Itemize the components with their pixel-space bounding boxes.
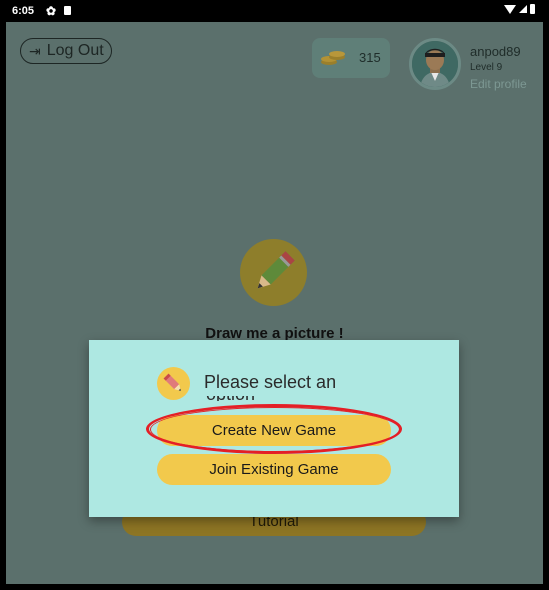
username: anpod89 xyxy=(470,44,521,59)
sd-card-icon xyxy=(64,6,71,15)
coins-icon xyxy=(321,51,345,65)
join-existing-game-button[interactable]: Join Existing Game xyxy=(157,454,391,485)
coins-value: 315 xyxy=(359,50,381,65)
avatar-icon xyxy=(412,41,458,87)
avatar[interactable] xyxy=(409,38,461,90)
dialog-pencil-icon xyxy=(157,367,190,400)
pencil-icon xyxy=(257,251,295,289)
coins-balance: 315 xyxy=(312,38,390,78)
select-option-dialog: Please select an option Create New Game … xyxy=(89,340,459,517)
status-bar: 6:05 ✿ xyxy=(6,0,543,22)
signal-icon xyxy=(519,5,527,13)
dialog-title: Please select an xyxy=(204,372,337,392)
battery-icon xyxy=(530,4,535,14)
status-time: 6:05 xyxy=(12,5,35,17)
user-level: Level 9 xyxy=(470,62,503,73)
settings-icon: ✿ xyxy=(46,4,57,18)
app-screen: ⇥ Log Out 315 anpod89 Level 9 Edit profi… xyxy=(6,22,543,584)
edit-profile-link[interactable]: Edit profile xyxy=(470,77,527,91)
create-new-game-button[interactable]: Create New Game xyxy=(157,415,391,446)
status-icons xyxy=(504,4,535,14)
wifi-icon xyxy=(504,4,516,14)
dialog-title-overflow-text: option xyxy=(206,396,266,401)
logout-label: Log Out xyxy=(46,42,104,59)
pencil-icon xyxy=(163,373,181,391)
logout-button[interactable]: ⇥ Log Out xyxy=(20,38,112,64)
dialog-title-overflow: option xyxy=(206,396,266,401)
app-logo xyxy=(240,239,307,306)
logout-icon: ⇥ xyxy=(29,42,41,59)
